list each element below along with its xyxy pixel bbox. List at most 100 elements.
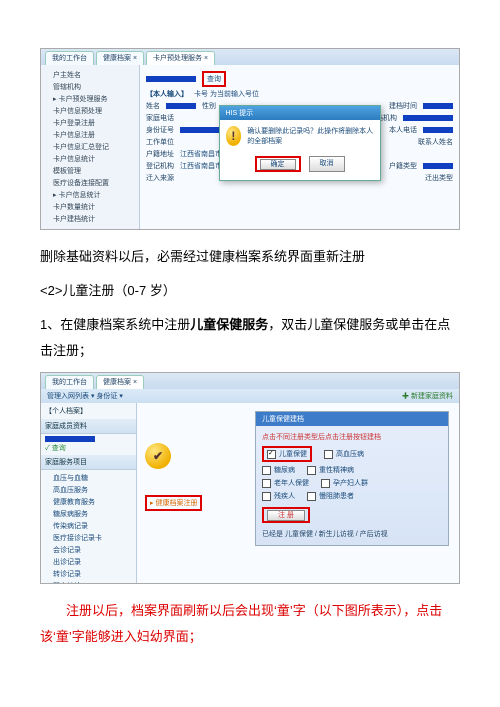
checkbox-icon <box>324 450 333 459</box>
left-tree: 户主姓名 管辖机构 ▸ 卡户预处理服务 卡户信息预处理 卡户登录注册 卡户信息注… <box>41 65 140 229</box>
warning-icon: ! <box>226 126 242 146</box>
tree-item[interactable]: 卡户登录注册 <box>45 117 135 129</box>
chk-label: 高血压病 <box>336 449 364 459</box>
new-family-button[interactable]: ✚ 新建家庭资料 <box>402 391 453 401</box>
chk-label: 残疾人 <box>274 491 295 501</box>
tree-item[interactable]: 高血压服务 <box>45 484 132 496</box>
field-label: 姓名 <box>146 101 160 111</box>
tree-item[interactable]: ▸ 卡户信息统计 <box>45 189 135 201</box>
tab-bar: 我的工作台 健康档案 × <box>41 373 459 389</box>
redacted <box>423 103 453 109</box>
field-label: 家庭电话 <box>146 113 174 123</box>
search-button[interactable]: 查询 <box>202 71 226 87</box>
redacted <box>45 436 95 442</box>
register-panel-title: 儿童保健建档 <box>256 412 448 426</box>
cancel-button[interactable]: 取消 <box>309 156 345 172</box>
tab-health-record[interactable]: 健康档案 × <box>96 51 144 65</box>
chk-label: 重性精神病 <box>319 465 354 475</box>
field-label: 建档时间 <box>389 101 417 111</box>
field-label: 联系人姓名 <box>418 137 453 147</box>
field-label: 身份证号 <box>146 125 174 135</box>
tree-item[interactable]: ▸ 卡户预处理服务 <box>45 93 135 105</box>
chk-disabled[interactable]: 残疾人 <box>262 491 295 501</box>
checkbox-icon <box>262 492 271 501</box>
confirm-dialog: HIS 提示 ! 确认要删除此记录吗？此操作将删除本人的全部档案 确定 取消 <box>219 105 381 181</box>
screenshot-child-register: 我的工作台 健康档案 × 管理入网列表 ▾ 身份证 ▾ ✚ 新建家庭资料 【个人… <box>40 372 460 584</box>
tree-item[interactable]: 卡户数量统计 <box>45 201 135 213</box>
tree-item[interactable]: 卡户信息统计 <box>45 153 135 165</box>
dialog-message: 确认要删除此记录吗？此操作将删除本人的全部档案 <box>247 126 373 146</box>
register-button-highlight: 注 册 <box>262 507 310 523</box>
chk-maternal[interactable]: 孕产妇人群 <box>321 478 368 488</box>
tab-card-preprocess[interactable]: 卡户预处理服务 × <box>146 51 215 65</box>
tree-item[interactable]: 医疗接诊记录卡 <box>45 532 132 544</box>
screenshot-delete-confirm: 我的工作台 健康档案 × 卡户预处理服务 × 户主姓名 管辖机构 ▸ 卡户预处理… <box>40 48 460 230</box>
field-label: 本人电话 <box>389 125 417 135</box>
shield-icon: ✔ <box>145 443 171 469</box>
tree-item[interactable]: 模板管理 <box>45 165 135 177</box>
ok-button[interactable]: 确定 <box>260 159 296 170</box>
tree-item[interactable]: 糖尿病服务 <box>45 508 132 520</box>
tree-item[interactable]: 出诊记录 <box>45 556 132 568</box>
main-pane: ✔ ▸ 健康档案注册 儿童保健建档 点击不同注册类型后点击注册按钮建档 儿童保健… <box>137 403 459 583</box>
chk-mental[interactable]: 重性精神病 <box>307 465 354 475</box>
redacted <box>403 115 453 121</box>
tree-item[interactable]: 健康教育服务 <box>45 496 132 508</box>
tree-item[interactable]: 卡户信息预处理 <box>45 105 135 117</box>
toolbar-dropdowns[interactable]: 管理入网列表 ▾ 身份证 ▾ <box>47 391 123 401</box>
search-button[interactable]: ✓ 查询 <box>45 445 66 452</box>
tab-bar: 我的工作台 健康档案 × 卡户预处理服务 × <box>41 49 459 65</box>
checkbox-icon <box>321 479 330 488</box>
toolbar: 管理入网列表 ▾ 身份证 ▾ ✚ 新建家庭资料 <box>41 389 459 403</box>
tree-item[interactable]: 户主姓名 <box>45 69 135 81</box>
tree-item[interactable]: 会诊记录 <box>45 544 132 556</box>
child-care-highlight: 儿童保健 <box>262 446 312 462</box>
chk-hypertension[interactable]: 高血压病 <box>324 446 364 462</box>
field-label: 性别 <box>202 101 216 111</box>
dialog-ok-wrap: 确定 <box>255 156 301 172</box>
doc-text: 1、在健康档案系统中注册 <box>40 317 190 332</box>
tab-workbench[interactable]: 我的工作台 <box>45 51 94 65</box>
tree-item[interactable]: 传染病记录 <box>45 520 132 532</box>
field-label: 户籍地址 <box>146 149 174 159</box>
tree-item[interactable]: 卡户信息注册 <box>45 129 135 141</box>
health-register-link[interactable]: ▸ 健康档案注册 <box>145 495 202 511</box>
chk-label: 儿童保健 <box>279 449 307 459</box>
chk-label: 老年人保健 <box>274 478 309 488</box>
field-label: 迁入来源 <box>146 173 174 183</box>
redacted <box>166 103 196 109</box>
tree-item[interactable]: 双向转诊 <box>45 580 132 584</box>
checkbox-icon <box>267 450 276 459</box>
panel-head-family: 家庭成员资料 <box>41 419 136 434</box>
redacted <box>423 163 453 169</box>
field-label: 户籍类型 <box>389 161 417 171</box>
chk-label: 孕产妇人群 <box>333 478 368 488</box>
tree-item[interactable]: 血压与血糖 <box>45 472 132 484</box>
tree-item[interactable]: 管辖机构 <box>45 81 135 93</box>
register-button[interactable]: 注 册 <box>267 510 305 521</box>
service-tree: 血压与血糖 高血压服务 健康教育服务 糖尿病服务 传染病记录 医疗接诊记录卡 会… <box>41 470 136 584</box>
chk-elderly[interactable]: 老年人保健 <box>262 478 309 488</box>
chk-child-care[interactable]: 儿童保健 <box>267 449 307 459</box>
tab-health-record[interactable]: 健康档案 × <box>96 375 144 389</box>
detail-title: 【本人输入】 <box>146 89 188 99</box>
redacted <box>423 127 453 133</box>
field-label: 工作单位 <box>146 137 174 147</box>
doc-paragraph: 删除基础资料以后，必需经过健康档案系统界面重新注册 <box>40 244 460 270</box>
checkbox-icon <box>307 466 316 475</box>
new-family-label: 新建家庭资料 <box>411 393 453 400</box>
doc-note: 注册以后，档案界面刷新以后会出现‘童’字（以下图所表示），点击该‘童’字能够进入… <box>40 598 460 650</box>
redacted <box>146 76 196 82</box>
chk-copd[interactable]: 慢阻肺患者 <box>307 491 354 501</box>
tree-item[interactable]: 卡户信息汇总登记 <box>45 141 135 153</box>
tab-workbench[interactable]: 我的工作台 <box>45 375 94 389</box>
register-hint: 点击不同注册类型后点击注册按钮建档 <box>262 432 442 442</box>
chk-diabetes[interactable]: 糖尿病 <box>262 465 295 475</box>
panel-head-services: 家庭服务项目 <box>41 455 136 470</box>
tree-item[interactable]: 卡户建档统计 <box>45 213 135 225</box>
tree-item[interactable]: 医疗设备连接配置 <box>45 177 135 189</box>
left-sidebar: 【个人档案】 家庭成员资料 ✓ 查询 家庭服务项目 血压与血糖 高血压服务 健康… <box>41 403 137 583</box>
doc-paragraph: 1、在健康档案系统中注册儿童保健服务，双击儿童保健服务或单击在点击注册； <box>40 312 460 364</box>
chk-label: 糖尿病 <box>274 465 295 475</box>
tree-item[interactable]: 转诊记录 <box>45 568 132 580</box>
